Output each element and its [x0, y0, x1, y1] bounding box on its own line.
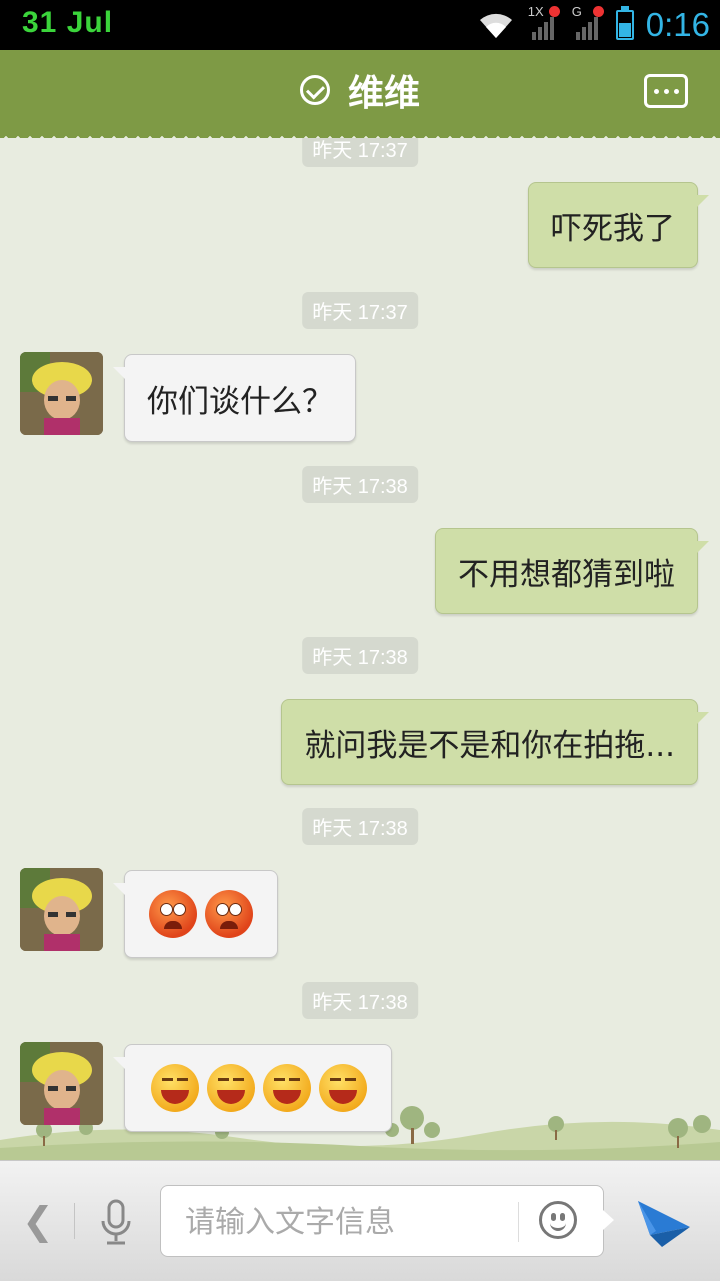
status-icons: 1X G 0:16: [476, 4, 710, 46]
contact-avatar[interactable]: [20, 352, 103, 435]
angry-face-icon: [149, 890, 197, 938]
chevron-left-icon[interactable]: ❮: [22, 1199, 54, 1243]
message-timestamp: 昨天 17:38: [302, 637, 418, 674]
wifi-icon: [479, 13, 512, 38]
laughing-face-icon: [207, 1064, 255, 1112]
laughing-face-icon: [263, 1064, 311, 1112]
avatar-image: [20, 1042, 103, 1125]
chat-header: 维维: [0, 50, 720, 138]
status-time: 0:16: [645, 6, 710, 43]
message-bubble-incoming[interactable]: [113, 870, 278, 958]
contact-avatar[interactable]: [20, 868, 103, 951]
battery-icon: [615, 6, 634, 40]
check-circle-icon: [299, 75, 330, 105]
input-bar: ❮: [0, 1160, 720, 1281]
divider: [74, 1203, 75, 1239]
laughing-face-icon: [151, 1064, 199, 1112]
microphone-icon[interactable]: [98, 1199, 134, 1247]
laughing-face-icon: [319, 1064, 367, 1112]
message-timestamp: 昨天 17:38: [302, 466, 418, 503]
message-bubble-incoming[interactable]: 你们谈什么？: [113, 354, 356, 442]
message-input-box: [160, 1185, 614, 1257]
signal-1x-icon: 1X: [528, 4, 560, 40]
message-list[interactable]: 昨天 17:37 吓死我了 昨天 17:37 你们谈什么？ 昨天 17:38 不…: [0, 138, 720, 1160]
input-divider: [518, 1202, 519, 1242]
angry-face-icon: [205, 890, 253, 938]
contact-avatar[interactable]: [20, 1042, 103, 1125]
message-text: 你们谈什么？: [147, 383, 333, 420]
more-icon[interactable]: [644, 74, 688, 108]
message-text: 吓死我了: [551, 210, 675, 247]
message-bubble-outgoing[interactable]: 吓死我了: [528, 182, 709, 268]
paper-plane-icon[interactable]: [636, 1197, 692, 1249]
avatar-image: [20, 352, 103, 435]
message-bubble-incoming[interactable]: [113, 1044, 392, 1132]
message-text: 不用想都猜到啦: [458, 556, 675, 593]
message-timestamp: 昨天 17:37: [302, 292, 418, 329]
contact-name: 维维: [347, 73, 420, 114]
message-timestamp: 昨天 17:38: [302, 982, 418, 1019]
message-bubble-outgoing[interactable]: 不用想都猜到啦: [435, 528, 709, 614]
message-input[interactable]: [183, 1198, 517, 1246]
status-bar: 31 Jul 1X G 0:16: [0, 0, 720, 50]
message-timestamp: 昨天 17:38: [302, 808, 418, 845]
message-timestamp: 昨天 17:37: [302, 138, 418, 167]
signal-g-icon: G: [572, 4, 604, 40]
message-text: 就问我是不是和你在拍拖...: [304, 727, 675, 764]
message-bubble-outgoing[interactable]: 就问我是不是和你在拍拖...: [281, 699, 709, 785]
smiley-icon[interactable]: [539, 1201, 577, 1239]
status-date: 31 Jul: [22, 6, 114, 39]
avatar-image: [20, 868, 103, 951]
